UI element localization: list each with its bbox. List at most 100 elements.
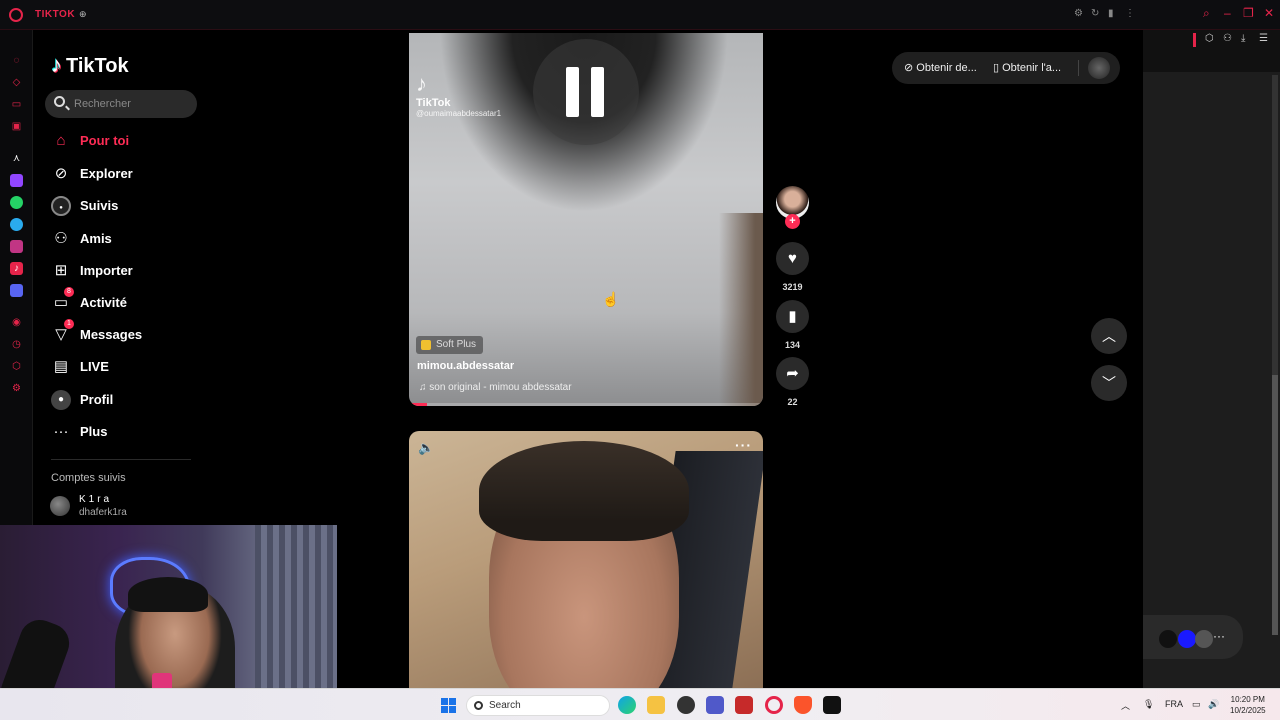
nav-item-profil[interactable]: ● Profil — [49, 388, 209, 412]
pycharm-icon[interactable] — [823, 696, 841, 714]
extensions-icon[interactable]: ⬡ — [10, 360, 23, 373]
opera-logo-icon[interactable] — [9, 8, 23, 22]
nav-item-messages[interactable]: ▽ 1 Messages — [49, 319, 209, 347]
news-icon[interactable]: ▣ — [10, 120, 23, 133]
player-icon[interactable]: ◉ — [10, 316, 23, 329]
effect-tag[interactable]: Soft Plus — [416, 336, 484, 354]
save-button[interactable]: ▮ — [776, 300, 809, 333]
scrollbar-thumb[interactable] — [1272, 375, 1278, 635]
settings-icon[interactable]: ⚙ — [1074, 8, 1083, 19]
following-username[interactable]: dhaferk1ra — [79, 507, 127, 518]
opera-icon[interactable] — [765, 696, 783, 714]
obs-icon[interactable] — [677, 696, 695, 714]
search-input[interactable]: Rechercher — [45, 90, 197, 118]
bag-icon[interactable]: ◇ — [10, 76, 23, 89]
tab-title[interactable]: TIKTOK — [35, 9, 75, 20]
download-icon[interactable]: ⤓ — [1241, 33, 1245, 44]
brave-icon[interactable] — [794, 696, 812, 714]
file-explorer-icon[interactable] — [647, 696, 665, 714]
bookmark-icon: ▮ — [788, 308, 797, 325]
taskbar-search[interactable]: Search — [466, 695, 610, 716]
whatsapp-icon[interactable] — [10, 196, 23, 209]
get-coins-button[interactable]: ⊘ Obtenir de... — [904, 61, 977, 74]
network-icon[interactable]: ▭ — [1192, 699, 1201, 710]
volume-icon[interactable]: 🔈 — [418, 440, 434, 456]
extension-icon[interactable]: ⬡ — [1205, 33, 1214, 44]
avatar[interactable] — [50, 496, 70, 516]
speed-dial-icon[interactable]: ◌ — [10, 54, 23, 67]
sound-link[interactable]: ♫ son original - mimou abdessatar — [419, 382, 572, 393]
pause-icon[interactable] — [533, 39, 639, 145]
nav-item-importer[interactable]: ⊞ Importer — [49, 259, 209, 283]
next-video-player[interactable]: 🔈 ··· — [409, 431, 763, 688]
like-count: 3219 — [782, 282, 803, 292]
more-icon[interactable]: ··· — [1213, 629, 1225, 643]
dock-dot-black[interactable] — [1159, 630, 1177, 648]
get-app-button[interactable]: ▯ Obtenir l'a... — [993, 61, 1061, 74]
pin-icon[interactable]: ▮ — [1108, 8, 1114, 19]
video-progress-bar[interactable] — [409, 403, 763, 406]
live-icon: ▤ — [53, 358, 69, 375]
nav-item-activite[interactable]: ▭ 8 Activité — [49, 287, 209, 315]
minimize-icon[interactable]: – — [1224, 6, 1231, 20]
aria-icon[interactable]: ⋏ — [10, 152, 23, 165]
chevron-up-icon: ︿ — [1102, 328, 1116, 344]
account-icon[interactable]: ⚇ — [1223, 33, 1232, 44]
microphone-icon[interactable]: 🎙 — [1143, 699, 1154, 710]
windows-start-icon[interactable] — [441, 698, 456, 713]
next-video-button[interactable]: ﹀ — [1091, 365, 1127, 401]
close-icon[interactable]: ✕ — [1264, 6, 1274, 20]
follow-plus-button[interactable]: + — [785, 214, 800, 229]
history-icon[interactable]: ◷ — [10, 338, 23, 351]
menu-dots-icon[interactable]: ⋮ — [1125, 8, 1135, 19]
more-options-icon[interactable]: ··· — [735, 437, 752, 453]
activity-badge: 8 — [64, 287, 74, 297]
video-author[interactable]: mimou.abdessatar — [417, 360, 514, 372]
upload-icon: ⊞ — [54, 262, 68, 279]
search-icon[interactable]: ⌕ — [1203, 6, 1210, 21]
nav-item-explorer[interactable]: ⊘ Explorer — [49, 162, 209, 186]
nav-label: Suivis — [80, 198, 119, 213]
voicemeeter-icon[interactable] — [735, 696, 753, 714]
reload-icon[interactable]: ↻ — [1091, 8, 1099, 19]
telegram-icon[interactable] — [10, 218, 23, 231]
chat-icon[interactable]: ▭ — [10, 98, 23, 111]
tiktok-sidebar-icon[interactable]: ♪ — [10, 262, 23, 275]
settings-sidebar-icon[interactable]: ⚙ — [10, 382, 23, 395]
discord-icon[interactable] — [10, 284, 23, 297]
clock-time: 10:20 PM — [1230, 695, 1265, 704]
dock-dot-blue[interactable] — [1178, 630, 1196, 648]
nav-item-suivis[interactable]: ● Suivis — [49, 194, 209, 218]
header-actions: ⊘ Obtenir de... ▯ Obtenir l'a... — [892, 52, 1120, 84]
dock-avatar[interactable] — [1195, 630, 1213, 648]
teams-icon[interactable] — [706, 696, 724, 714]
tiktok-logo[interactable]: ♪ TikTok — [51, 52, 129, 78]
clock[interactable]: 10:20 PM 10/2/2025 — [1230, 694, 1266, 716]
side-panel: ⬡ ⚇ ⤓ ☰ ··· — [1143, 30, 1280, 688]
video-frame-shade — [719, 213, 763, 406]
music-note-icon: ♫ — [419, 382, 430, 393]
profile-icon: ● — [51, 390, 71, 410]
nav-item-pour-toi[interactable]: ⌂ Pour toi — [49, 129, 209, 153]
like-button[interactable]: ♥ — [776, 242, 809, 275]
avatar[interactable] — [1088, 57, 1110, 79]
share-button[interactable]: ➦ — [776, 357, 809, 390]
edge-icon[interactable] — [618, 696, 636, 714]
mini-player-dock[interactable]: ··· — [1143, 615, 1243, 659]
nav-item-amis[interactable]: ⚇ Amis — [49, 227, 209, 251]
language-indicator[interactable]: FRA — [1165, 699, 1183, 709]
instagram-icon[interactable] — [10, 240, 23, 253]
volume-icon[interactable]: 🔊 — [1208, 699, 1219, 710]
maximize-icon[interactable]: ❐ — [1243, 6, 1254, 20]
nav-item-plus[interactable]: ··· Plus — [49, 420, 209, 444]
previous-video-button[interactable]: ︿ — [1091, 318, 1127, 354]
following-name[interactable]: K1ra — [79, 494, 112, 505]
nav-label: LIVE — [80, 359, 109, 374]
video-player[interactable]: ♪ TikTok @oumaimaabdessatar1 Soft Plus m… — [409, 33, 763, 406]
menu-icon[interactable]: ☰ — [1259, 33, 1268, 44]
webcam-curtain — [255, 525, 337, 715]
twitch-icon[interactable] — [10, 174, 23, 187]
nav-item-live[interactable]: ▤ LIVE — [49, 355, 209, 379]
tray-expand-icon[interactable]: ︿ — [1121, 699, 1130, 712]
watermark-user: @oumaimaabdessatar1 — [416, 109, 502, 118]
